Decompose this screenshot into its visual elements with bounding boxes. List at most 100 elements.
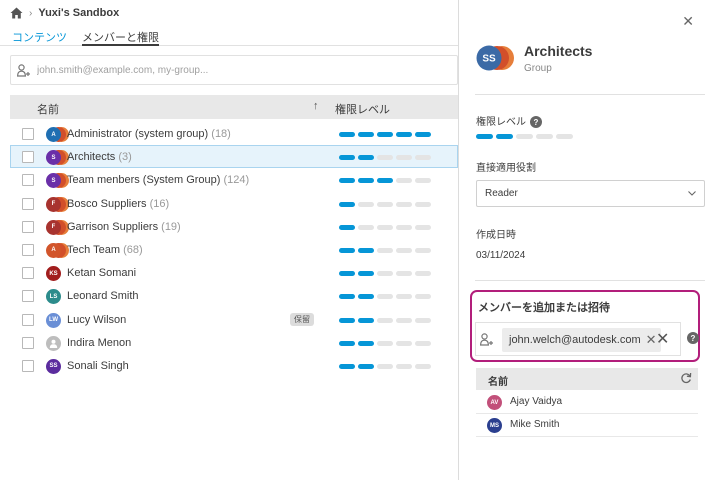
avatar-initials: SS <box>49 363 58 370</box>
permission-level-segment <box>396 224 412 230</box>
member-name: Ajay Vaidya <box>510 396 563 407</box>
clear-input-icon[interactable]: ✕ <box>656 329 669 349</box>
sort-ascending-icon[interactable]: ↑ <box>313 100 319 112</box>
permission-level-indicator <box>339 132 431 137</box>
invite-input[interactable]: john.welch@autodesk.com ✕ ✕ <box>475 322 681 356</box>
permission-level-segment <box>339 224 355 230</box>
permission-level-segment <box>496 134 513 139</box>
row-checkbox[interactable] <box>22 128 34 140</box>
close-icon[interactable]: ✕ <box>682 14 694 28</box>
permission-level-segment <box>396 201 412 207</box>
table-row[interactable]: KS Ketan Somani <box>10 261 458 284</box>
member-name: Ketan Somani <box>67 267 137 280</box>
permission-level-indicator <box>339 294 431 300</box>
breadcrumb: › Yuxi's Sandbox <box>10 5 119 21</box>
permission-level-segment <box>358 294 374 300</box>
role-select[interactable]: Reader <box>476 180 705 207</box>
created-label: 作成日時 <box>476 230 516 241</box>
column-header-level[interactable]: 権限レベル <box>335 101 390 117</box>
list-item[interactable]: MS Mike Smith <box>476 414 698 437</box>
invite-title: メンバーを追加または招待 <box>478 302 610 314</box>
row-checkbox[interactable] <box>22 220 34 233</box>
avatar-initials: KS <box>49 270 58 277</box>
row-checkbox[interactable] <box>22 151 34 164</box>
permission-level-indicator <box>339 155 431 161</box>
permission-level-indicator <box>339 363 431 369</box>
row-checkbox[interactable] <box>22 197 34 210</box>
permission-level-segment <box>415 201 431 207</box>
column-header-name[interactable]: 名前 <box>37 101 59 117</box>
invite-member-section: メンバーを追加または招待 john.welch@autodesk.com ✕ ✕… <box>470 290 700 362</box>
row-name: Team menbers (System Group) (124) <box>67 174 249 186</box>
row-name: Administrator (system group) (18) <box>67 128 231 140</box>
permission-level-segment <box>377 363 393 369</box>
refresh-icon[interactable] <box>680 372 692 387</box>
permission-level-segment <box>339 132 355 137</box>
list-item[interactable]: AV Ajay Vaidya <box>476 391 698 414</box>
permission-level-segment <box>339 178 355 184</box>
row-name: Tech Team (68) <box>67 244 143 256</box>
table-row[interactable]: A Administrator (system group) (18) <box>10 122 458 145</box>
permission-level-segment <box>377 294 393 300</box>
row-name: Ketan Somani <box>67 267 136 279</box>
avatar-initials: F <box>51 201 56 208</box>
row-checkbox[interactable] <box>22 359 34 372</box>
permission-level-indicator <box>339 247 431 253</box>
table-row[interactable]: SS Sonali Singh <box>10 354 458 377</box>
row-checkbox[interactable] <box>22 243 34 256</box>
table-row[interactable]: F Bosco Suppliers (16) <box>10 192 458 215</box>
table-row[interactable]: LS Leonard Smith <box>10 284 458 307</box>
remove-chip-icon[interactable]: ✕ <box>646 332 657 348</box>
row-checkbox[interactable] <box>22 313 34 326</box>
invite-email-text: john.welch@autodesk.com <box>509 334 641 346</box>
permission-level-label: 権限レベル? <box>476 113 542 129</box>
permission-level-segment <box>358 155 374 161</box>
permission-level-segment <box>358 363 374 369</box>
permission-level-segment <box>396 271 412 277</box>
tab-bar: コンテンツ メンバーと権限 <box>0 24 458 46</box>
table-row[interactable]: S Architects (3) <box>10 145 458 169</box>
tab-contents[interactable]: コンテンツ <box>12 29 67 46</box>
permission-level-segment <box>377 340 393 346</box>
members-pane: › Yuxi's Sandbox コンテンツ メンバーと権限 名前 ↑ 権限レベ… <box>0 0 458 480</box>
permission-level-segment <box>415 178 431 184</box>
permission-level-segment <box>415 317 431 323</box>
permission-level-segment <box>396 132 412 137</box>
row-checkbox[interactable] <box>22 174 34 187</box>
permission-level-segment <box>396 317 412 323</box>
member-name: Garrison Suppliers <box>67 220 159 233</box>
permission-level-segment <box>415 294 431 300</box>
home-icon[interactable] <box>10 7 23 19</box>
permission-level-segment <box>396 363 412 369</box>
permission-level-segment <box>415 132 431 137</box>
permission-level-segment <box>339 340 355 346</box>
avatar-initials: S <box>51 154 56 161</box>
permission-level-segment <box>415 363 431 369</box>
group-avatar: F <box>46 219 61 235</box>
tab-members-permissions[interactable]: メンバーと権限 <box>82 29 159 46</box>
member-name: Indira Menon <box>67 336 132 349</box>
permission-level-segment <box>358 271 374 277</box>
table-row[interactable]: S Team menbers (System Group) (124) <box>10 168 458 191</box>
permission-level-segment <box>516 134 533 139</box>
created-value: 03/11/2024 <box>476 250 526 261</box>
invite-email-chip: john.welch@autodesk.com ✕ <box>502 328 661 352</box>
row-checkbox[interactable] <box>22 267 34 280</box>
permission-level-segment <box>377 155 393 161</box>
row-checkbox[interactable] <box>22 336 34 349</box>
avatar-initials: A <box>51 131 56 138</box>
help-icon[interactable]: ? <box>530 116 542 129</box>
permission-level-segment <box>339 247 355 253</box>
member-count: (18) <box>211 128 231 140</box>
user-avatar: MS <box>487 418 502 433</box>
user-avatar: LS <box>46 289 61 305</box>
table-row[interactable]: F Garrison Suppliers (19) <box>10 215 458 238</box>
permission-level-text: 権限レベル <box>476 117 526 128</box>
table-row[interactable]: A Tech Team (68) <box>10 238 458 261</box>
row-checkbox[interactable] <box>22 290 34 303</box>
table-row[interactable]: Indira Menon <box>10 331 458 354</box>
search-input[interactable] <box>37 64 417 76</box>
add-user-icon <box>17 63 31 77</box>
help-icon[interactable]: ? <box>687 332 699 344</box>
table-row[interactable]: LW Lucy Wilson 保留 <box>10 308 458 331</box>
